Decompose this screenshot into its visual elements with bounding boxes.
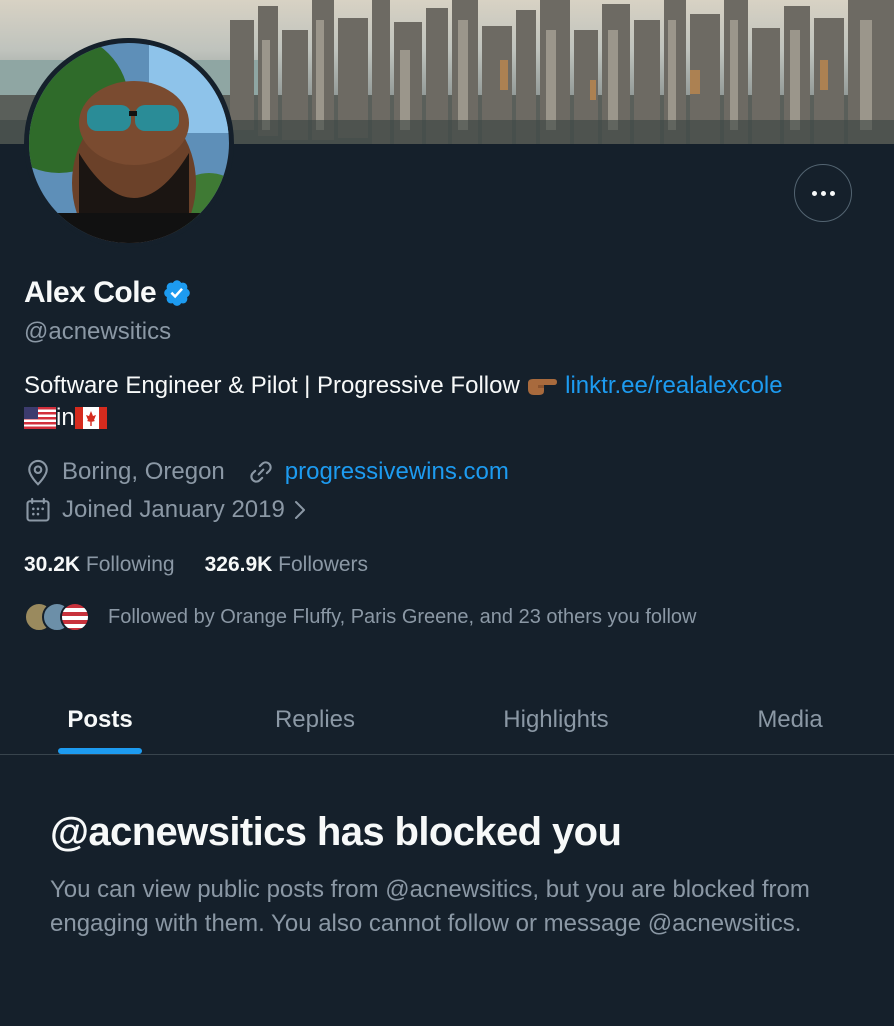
pointing-right-emoji-icon — [528, 379, 558, 395]
profile-name: Alex Cole — [24, 276, 157, 309]
follower-avatar — [60, 602, 90, 632]
profile-name-row: Alex Cole — [24, 276, 192, 310]
following-label: Following — [85, 553, 175, 576]
follow-counts: 30.2K Following 326.9K Followers — [24, 553, 368, 577]
joined-text: Joined January 2019 — [62, 496, 285, 523]
joined-row[interactable]: Joined January 2019 — [24, 496, 307, 524]
tab-media[interactable]: Media — [724, 686, 856, 754]
chevron-right-icon — [294, 501, 305, 519]
blocked-title: @acnewsitics has blocked you — [50, 810, 622, 854]
verified-badge-icon[interactable] — [162, 278, 192, 308]
tab-highlights[interactable]: Highlights — [470, 686, 642, 754]
bio-in: in — [56, 404, 75, 431]
website-item[interactable]: progressivewins.com — [247, 458, 509, 486]
followers-label: Followers — [278, 553, 369, 576]
profile-handle: @acnewsitics — [24, 318, 172, 345]
more-horizontal-icon — [811, 190, 835, 196]
canada-flag-emoji-icon — [74, 407, 107, 429]
followers-count: 326.9K — [204, 553, 273, 576]
profile-meta-row: Boring, Oregon progressivewins.com — [24, 458, 509, 486]
more-options-button[interactable] — [794, 164, 852, 222]
blocked-message: You can view public posts from @acnewsit… — [50, 876, 810, 937]
tab-posts[interactable]: Posts — [30, 686, 170, 754]
location-item: Boring, Oregon — [24, 458, 225, 486]
following-count: 30.2K — [24, 553, 81, 576]
following-link[interactable]: 30.2K Following — [24, 553, 175, 577]
calendar-icon — [26, 497, 50, 522]
profile-avatar[interactable] — [24, 38, 234, 248]
location-text: Boring, Oregon — [62, 458, 225, 485]
profile-tabs: Posts Replies Highlights Media — [0, 686, 894, 755]
profile-bio: Software Engineer & Pilot | Progressive … — [24, 370, 884, 434]
website-link[interactable]: progressivewins.com — [285, 458, 509, 486]
followed-by-row[interactable]: Followed by Orange Fluffy, Paris Greene,… — [24, 602, 696, 632]
active-tab-indicator — [58, 748, 142, 754]
followers-link[interactable]: 326.9K Followers — [205, 553, 368, 577]
usa-flag-emoji-icon — [24, 407, 56, 429]
bio-text: Software Engineer & Pilot | Progressive … — [24, 372, 520, 399]
link-icon — [250, 461, 272, 483]
followed-by-text: Followed by Orange Fluffy, Paris Greene,… — [108, 605, 697, 628]
bio-link[interactable]: linktr.ee/realalexcole — [565, 372, 782, 399]
location-pin-icon — [28, 459, 48, 486]
tab-replies[interactable]: Replies — [244, 686, 386, 754]
